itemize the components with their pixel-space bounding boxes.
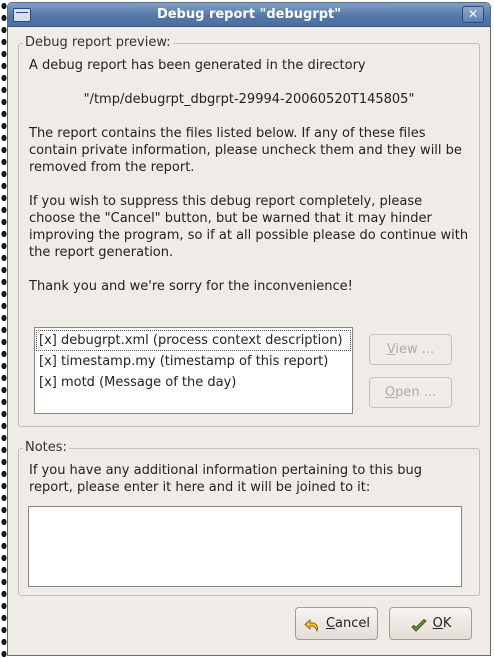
cancel-label-mnemonic: C (325, 616, 336, 631)
preview-group: Debug report preview: A debug report has… (18, 35, 480, 427)
notes-legend: Notes: (23, 440, 69, 456)
directory-path: "/tmp/debugrpt_dbgrpt-29994-20060520T145… (83, 92, 415, 107)
suppress-note: If you wish to suppress this debug repor… (29, 194, 469, 260)
preview-legend: Debug report preview: (23, 35, 173, 51)
window-menu-icon[interactable] (13, 8, 31, 22)
notes-instructions: If you have any additional information p… (29, 463, 423, 495)
notes-textarea[interactable] (28, 506, 462, 587)
close-button[interactable]: ✕ (462, 6, 484, 23)
thanks-text: Thank you and we're sorry for the inconv… (29, 279, 353, 294)
files-note: The report contains the files listed bel… (29, 126, 462, 175)
cancel-label-post: ancel (335, 616, 371, 631)
ok-label-post: K (442, 616, 452, 631)
undo-arrow-icon (303, 615, 321, 633)
cancel-button[interactable]: Cancel (295, 607, 378, 640)
checkmark-hand-icon (410, 615, 428, 632)
open-label-mnemonic: O (384, 385, 396, 400)
open-button[interactable]: Open ... (369, 377, 452, 408)
view-button[interactable]: View ... (369, 334, 452, 365)
file-list-item[interactable]: [x] debugrpt.xml (process context descri… (36, 330, 351, 351)
file-list-item[interactable]: [x] motd (Message of the day) (36, 372, 351, 393)
ok-button[interactable]: OK (389, 607, 472, 640)
view-label-post: iew ... (395, 342, 435, 357)
title-bar[interactable]: Debug report "debugrpt" ✕ (8, 3, 490, 27)
window-title: Debug report "debugrpt" (156, 7, 342, 22)
open-label-post: pen ... (395, 385, 437, 400)
notes-group: Notes: If you have any additional inform… (18, 440, 480, 596)
file-list-item[interactable]: [x] timestamp.my (timestamp of this repo… (36, 351, 351, 372)
intro-text: A debug report has been generated in the… (29, 58, 366, 73)
debug-report-dialog: Debug report "debugrpt" ✕ Debug report p… (7, 2, 491, 656)
file-list[interactable]: [x] debugrpt.xml (process context descri… (34, 327, 353, 414)
ok-label-mnemonic: O (432, 616, 443, 631)
